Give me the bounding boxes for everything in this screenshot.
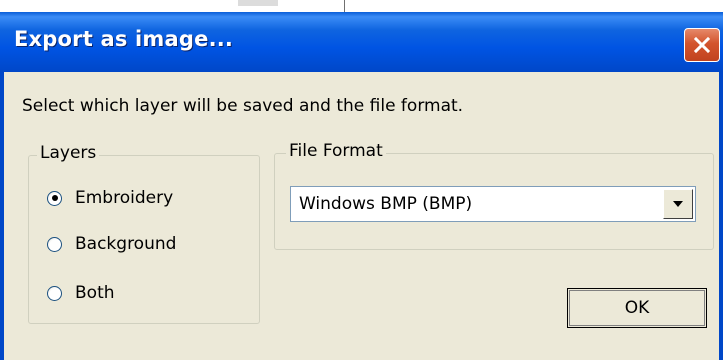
- radio-label-embroidery: Embroidery: [75, 188, 174, 208]
- ok-button[interactable]: OK: [567, 288, 707, 328]
- close-icon: [693, 36, 711, 54]
- window-title: Export as image...: [14, 27, 234, 51]
- instruction-text: Select which layer will be saved and the…: [22, 96, 464, 116]
- radio-both[interactable]: Both: [47, 283, 115, 303]
- desktop-element: [238, 0, 278, 6]
- radio-embroidery[interactable]: Embroidery: [47, 188, 173, 208]
- radio-label-both: Both: [75, 283, 115, 303]
- radio-button[interactable]: [47, 190, 62, 206]
- radio-label-background: Background: [75, 234, 177, 254]
- file-format-select[interactable]: Windows BMP (BMP): [290, 186, 696, 222]
- radio-selected-dot: [51, 195, 58, 201]
- file-format-group-label: File Format: [286, 141, 386, 161]
- radio-background[interactable]: Background: [47, 234, 176, 254]
- radio-button[interactable]: [47, 285, 62, 301]
- chevron-down-icon: [673, 201, 683, 207]
- radio-button[interactable]: [47, 236, 62, 252]
- desktop-strip: [0, 0, 723, 12]
- desktop-divider: [344, 0, 345, 12]
- close-button[interactable]: [684, 28, 720, 62]
- file-format-group: File Format Windows BMP (BMP): [274, 141, 714, 250]
- title-bar[interactable]: Export as image...: [0, 12, 723, 72]
- dropdown-button[interactable]: [663, 189, 693, 219]
- file-format-value: Windows BMP (BMP): [299, 194, 473, 214]
- layers-group: Layers Embroidery Background Both: [28, 143, 260, 324]
- layers-group-label: Layers: [37, 143, 100, 163]
